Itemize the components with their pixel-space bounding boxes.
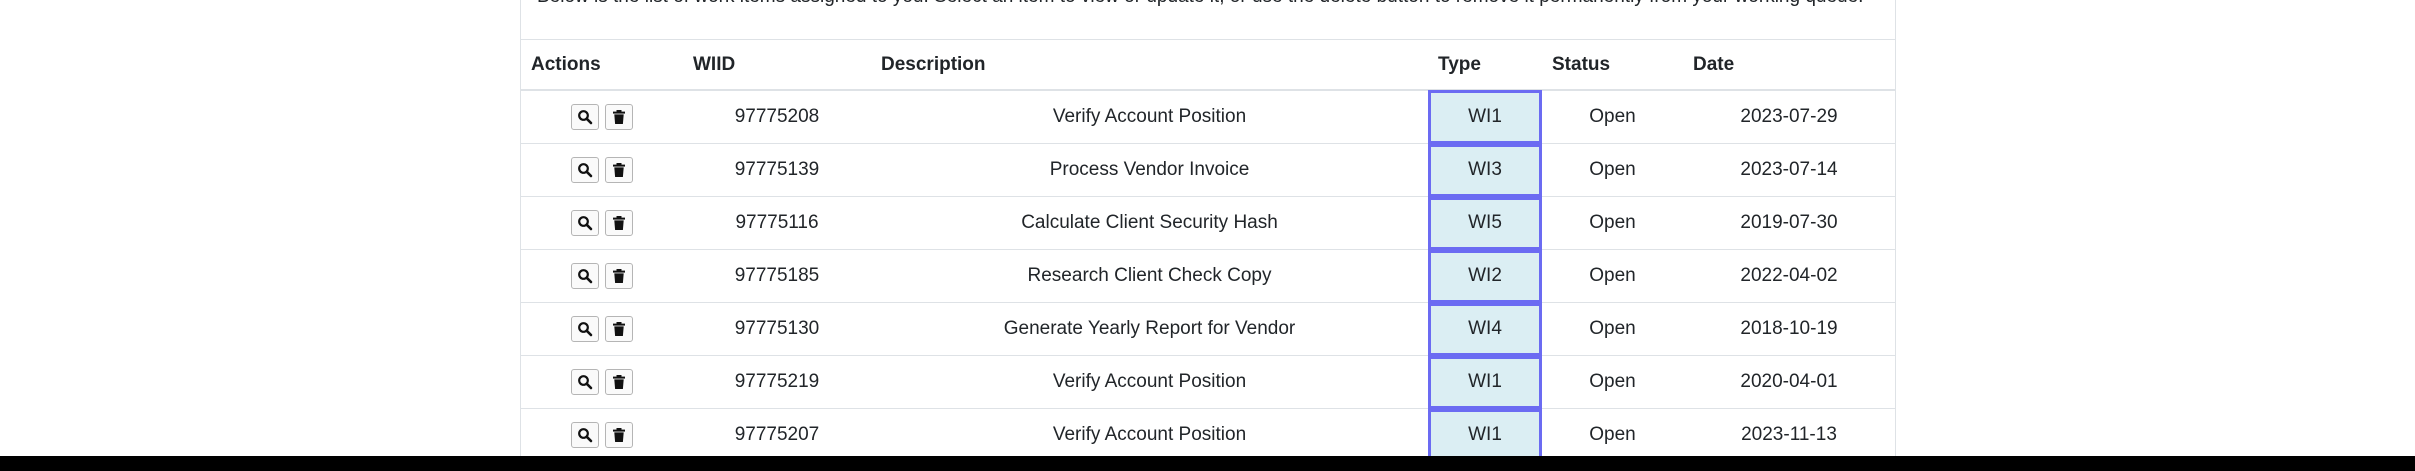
date-cell: 2020-04-01	[1683, 355, 1895, 409]
description-cell: Verify Account Position	[871, 355, 1428, 409]
status-cell: Open	[1542, 196, 1683, 250]
wiid-cell: 97775116	[683, 196, 871, 250]
header-status: Status	[1542, 40, 1683, 91]
header-row: Actions WIID Description Type Status Dat…	[521, 40, 1895, 91]
wiid-cell: 97775219	[683, 355, 871, 409]
table-body: 97775208 Verify Account Position WI1 Ope…	[521, 90, 1895, 462]
header-actions: Actions	[521, 40, 683, 91]
delete-button[interactable]	[605, 316, 633, 342]
actions-cell	[521, 143, 683, 197]
row-actions	[521, 422, 683, 448]
view-button[interactable]	[571, 157, 599, 183]
table-row: 97775116 Calculate Client Security Hash …	[521, 196, 1895, 250]
search-icon	[578, 269, 593, 284]
view-button[interactable]	[571, 316, 599, 342]
intro-section: Below is the list of work items assigned…	[521, 0, 1895, 40]
header-date: Date	[1683, 40, 1895, 91]
type-cell[interactable]: WI1	[1428, 355, 1542, 409]
wiid-cell: 97775130	[683, 302, 871, 356]
actions-cell	[521, 196, 683, 250]
actions-cell	[521, 302, 683, 356]
date-cell: 2023-07-14	[1683, 143, 1895, 197]
description-cell: Process Vendor Invoice	[871, 143, 1428, 197]
view-button[interactable]	[571, 104, 599, 130]
row-actions	[521, 263, 683, 289]
actions-cell	[521, 90, 683, 144]
trash-icon	[613, 322, 625, 336]
trash-icon	[613, 269, 625, 283]
search-icon	[578, 216, 593, 231]
header-type: Type	[1428, 40, 1542, 91]
actions-cell	[521, 355, 683, 409]
trash-icon	[613, 428, 625, 442]
status-cell: Open	[1542, 302, 1683, 356]
delete-button[interactable]	[605, 369, 633, 395]
wiid-cell: 97775139	[683, 143, 871, 197]
wiid-cell: 97775207	[683, 408, 871, 462]
type-cell[interactable]: WI1	[1428, 90, 1542, 144]
table-row: 97775130 Generate Yearly Report for Vend…	[521, 302, 1895, 356]
type-cell[interactable]: WI2	[1428, 249, 1542, 303]
status-cell: Open	[1542, 408, 1683, 462]
header-description: Description	[871, 40, 1428, 91]
table-row: 97775219 Verify Account Position WI1 Ope…	[521, 355, 1895, 409]
table-header: Actions WIID Description Type Status Dat…	[521, 40, 1895, 91]
search-icon	[578, 428, 593, 443]
status-cell: Open	[1542, 143, 1683, 197]
work-items-panel: Below is the list of work items assigned…	[520, 0, 1896, 463]
row-actions	[521, 210, 683, 236]
date-cell: 2023-07-29	[1683, 90, 1895, 144]
date-cell: 2018-10-19	[1683, 302, 1895, 356]
description-cell: Verify Account Position	[871, 90, 1428, 144]
delete-button[interactable]	[605, 104, 633, 130]
trash-icon	[613, 216, 625, 230]
actions-cell	[521, 408, 683, 462]
trash-icon	[613, 110, 625, 124]
actions-cell	[521, 249, 683, 303]
type-cell[interactable]: WI4	[1428, 302, 1542, 356]
trash-icon	[613, 163, 625, 177]
search-icon	[578, 110, 593, 125]
work-items-table: Actions WIID Description Type Status Dat…	[521, 40, 1895, 462]
view-button[interactable]	[571, 263, 599, 289]
row-actions	[521, 104, 683, 130]
description-cell: Calculate Client Security Hash	[871, 196, 1428, 250]
type-cell[interactable]: WI3	[1428, 143, 1542, 197]
wiid-cell: 97775208	[683, 90, 871, 144]
delete-button[interactable]	[605, 210, 633, 236]
delete-button[interactable]	[605, 263, 633, 289]
view-button[interactable]	[571, 210, 599, 236]
row-actions	[521, 157, 683, 183]
view-button[interactable]	[571, 369, 599, 395]
bottom-bar	[0, 456, 2415, 471]
row-actions	[521, 369, 683, 395]
status-cell: Open	[1542, 355, 1683, 409]
date-cell: 2022-04-02	[1683, 249, 1895, 303]
status-cell: Open	[1542, 90, 1683, 144]
search-icon	[578, 322, 593, 337]
page: Below is the list of work items assigned…	[0, 0, 2415, 471]
search-icon	[578, 375, 593, 390]
view-button[interactable]	[571, 422, 599, 448]
type-cell[interactable]: WI5	[1428, 196, 1542, 250]
date-cell: 2019-07-30	[1683, 196, 1895, 250]
table-row: 97775208 Verify Account Position WI1 Ope…	[521, 90, 1895, 144]
header-wiid: WIID	[683, 40, 871, 91]
description-cell: Research Client Check Copy	[871, 249, 1428, 303]
delete-button[interactable]	[605, 422, 633, 448]
table-row: 97775185 Research Client Check Copy WI2 …	[521, 249, 1895, 303]
search-icon	[578, 163, 593, 178]
table-row: 97775207 Verify Account Position WI1 Ope…	[521, 408, 1895, 462]
row-actions	[521, 316, 683, 342]
type-cell[interactable]: WI1	[1428, 408, 1542, 462]
intro-text: Below is the list of work items assigned…	[537, 0, 1863, 8]
description-cell: Verify Account Position	[871, 408, 1428, 462]
status-cell: Open	[1542, 249, 1683, 303]
trash-icon	[613, 375, 625, 389]
table-row: 97775139 Process Vendor Invoice WI3 Open…	[521, 143, 1895, 197]
date-cell: 2023-11-13	[1683, 408, 1895, 462]
delete-button[interactable]	[605, 157, 633, 183]
description-cell: Generate Yearly Report for Vendor	[871, 302, 1428, 356]
wiid-cell: 97775185	[683, 249, 871, 303]
